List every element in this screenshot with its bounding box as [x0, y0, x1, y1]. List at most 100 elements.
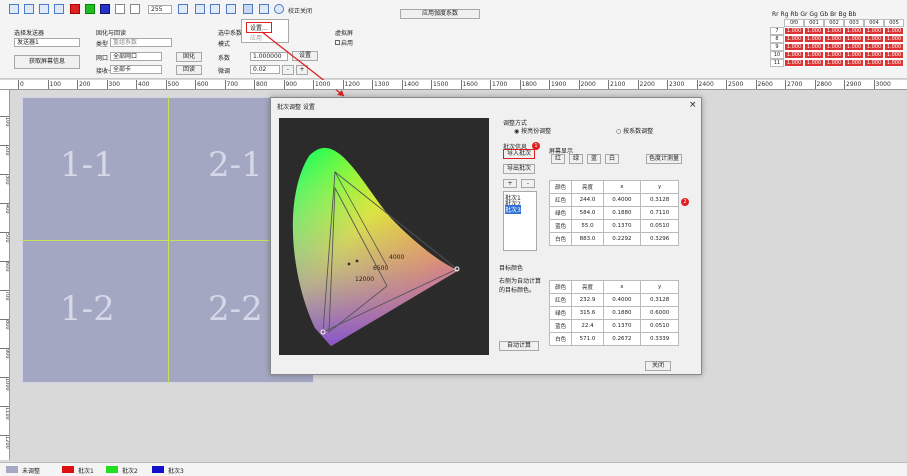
coefficient-cell[interactable]: 1.000	[784, 27, 804, 35]
cell-1-1[interactable]: 1-1	[60, 145, 115, 185]
coefficient-cell[interactable]: 1.000	[824, 27, 844, 35]
type-select[interactable]: 重组系数	[110, 38, 172, 47]
pen-icon[interactable]	[195, 4, 205, 14]
coefficient-cell[interactable]: 1.000	[844, 43, 864, 51]
coefficient-cell[interactable]: 1.000	[824, 51, 844, 59]
solidify-button[interactable]: 固化	[176, 52, 202, 62]
table-cell[interactable]: 绿色	[548, 306, 573, 320]
table-cell[interactable]: 蓝色	[548, 219, 573, 233]
coefficient-cell[interactable]: 1.000	[824, 43, 844, 51]
table-cell[interactable]: 绿色	[548, 206, 573, 220]
green-color-icon[interactable]	[85, 4, 95, 14]
table-cell[interactable]: 0.3296	[640, 232, 679, 246]
white-color-icon[interactable]	[115, 4, 125, 14]
menu-icon[interactable]	[243, 4, 253, 14]
coefficient-cell[interactable]: 1.000	[864, 59, 884, 67]
table-cell[interactable]: 0.1370	[602, 319, 642, 333]
table-cell[interactable]: 白色	[548, 332, 573, 346]
coefficient-cell[interactable]: 1.000	[864, 27, 884, 35]
table-cell[interactable]: 0.2672	[602, 332, 642, 346]
grid-icon[interactable]	[178, 4, 188, 14]
table-cell[interactable]: 0.1370	[602, 219, 642, 233]
screen-icon[interactable]	[54, 4, 64, 14]
document-icon[interactable]	[259, 4, 269, 14]
table-cell[interactable]: 0.3339	[640, 332, 679, 346]
table-cell[interactable]: 蓝色	[548, 319, 573, 333]
coefficient-cell[interactable]: 1.000	[804, 59, 824, 67]
colorimeter-button[interactable]: 色度计测量	[646, 154, 682, 164]
auto-calc-button[interactable]: 自动计算	[499, 341, 539, 351]
table-cell[interactable]: 0.4000	[602, 293, 642, 307]
mode-gain-radio[interactable]: ◉ 按亮份调整	[514, 126, 551, 135]
display-white-button[interactable]: 白	[605, 154, 619, 164]
table-cell[interactable]: 0.3128	[640, 293, 679, 307]
cell-1-2[interactable]: 1-2	[60, 289, 115, 329]
coefficient-cell[interactable]: 1.000	[844, 51, 864, 59]
coefficient-cell[interactable]: 1.000	[784, 35, 804, 43]
export-batch-button[interactable]: 导出批次	[503, 164, 535, 174]
table-cell[interactable]: 244.0	[571, 193, 604, 207]
correction-status[interactable]: 校正关闭	[288, 6, 312, 15]
coefficient-cell[interactable]: 1.000	[804, 27, 824, 35]
table-cell[interactable]: 232.9	[571, 293, 604, 307]
coefficient-cell[interactable]: 1.000	[884, 35, 904, 43]
coefficient-cell[interactable]: 1.000	[784, 51, 804, 59]
table-cell[interactable]: 0.1880	[602, 306, 642, 320]
screen-icon[interactable]	[24, 4, 34, 14]
add-batch-button[interactable]: +	[503, 179, 517, 188]
table-cell[interactable]: 红色	[548, 193, 573, 207]
gear-icon[interactable]	[274, 4, 284, 14]
coefficient-cell[interactable]: 1.000	[784, 43, 804, 51]
coefficient-cell[interactable]: 1.000	[824, 59, 844, 67]
coefficient-cell[interactable]: 1.000	[884, 27, 904, 35]
coefficient-cell[interactable]: 1.000	[824, 35, 844, 43]
close-icon[interactable]: ×	[689, 100, 697, 110]
coefficient-cell[interactable]: 1.000	[804, 43, 824, 51]
display-green-button[interactable]: 绿	[569, 154, 583, 164]
coefficient-cell[interactable]: 1.000	[784, 59, 804, 67]
value-spin-input[interactable]: 255	[148, 5, 172, 14]
display-blue-button[interactable]: 蓝	[587, 154, 601, 164]
readback-button[interactable]: 回读	[176, 65, 202, 75]
coefficient-cell[interactable]: 1.000	[804, 35, 824, 43]
table-cell[interactable]: 584.0	[571, 206, 604, 220]
coefficient-cell[interactable]: 1.000	[844, 59, 864, 67]
coefficient-cell[interactable]: 1.000	[844, 35, 864, 43]
coefficient-cell[interactable]: 1.000	[804, 51, 824, 59]
apply-all-button[interactable]: 应用伽度系数	[400, 9, 480, 19]
screen-icon[interactable]	[39, 4, 49, 14]
read-screen-button[interactable]: 获取屏幕信息	[14, 55, 80, 69]
table-cell[interactable]: 0.1880	[602, 206, 642, 220]
coefficient-cell[interactable]: 1.000	[884, 51, 904, 59]
coefficient-cell[interactable]: 1.000	[864, 51, 884, 59]
table-cell[interactable]: 红色	[548, 293, 573, 307]
blue-color-icon[interactable]	[100, 4, 110, 14]
white-color-icon[interactable]	[130, 4, 140, 14]
cursor-icon[interactable]	[226, 4, 236, 14]
import-batch-button[interactable]: 导入批次	[503, 149, 535, 159]
table-cell[interactable]: 0.3128	[640, 193, 679, 207]
table-cell[interactable]: 白色	[548, 232, 573, 246]
table-cell[interactable]: 0.4000	[602, 193, 642, 207]
table-cell[interactable]: 883.0	[571, 232, 604, 246]
table-cell[interactable]: 571.0	[571, 332, 604, 346]
cell-2-2[interactable]: 2-2	[208, 289, 263, 329]
table-cell[interactable]: 315.6	[571, 306, 604, 320]
screen-icon[interactable]	[9, 4, 19, 14]
coefficient-cell[interactable]: 1.000	[884, 59, 904, 67]
close-button[interactable]: 关闭	[645, 361, 671, 371]
cell-2-1[interactable]: 2-1	[208, 145, 263, 185]
card-select[interactable]: 全部卡	[110, 65, 162, 74]
remove-batch-button[interactable]: -	[521, 179, 535, 188]
coefficient-cell[interactable]: 1.000	[864, 43, 884, 51]
coefficient-cell[interactable]: 1.000	[844, 27, 864, 35]
mode-coef-radio[interactable]: ○ 按系数调整	[616, 126, 653, 135]
display-red-button[interactable]: 红	[551, 154, 565, 164]
port-select[interactable]: 全部网口	[110, 52, 162, 61]
red-color-icon[interactable]	[70, 4, 80, 14]
sender-select[interactable]: 发送器1	[14, 38, 80, 47]
table-cell[interactable]: 0.2292	[602, 232, 642, 246]
coefficient-cell[interactable]: 1.000	[864, 35, 884, 43]
table-cell[interactable]: 0.6000	[640, 306, 679, 320]
coefficient-cell[interactable]: 1.000	[884, 43, 904, 51]
